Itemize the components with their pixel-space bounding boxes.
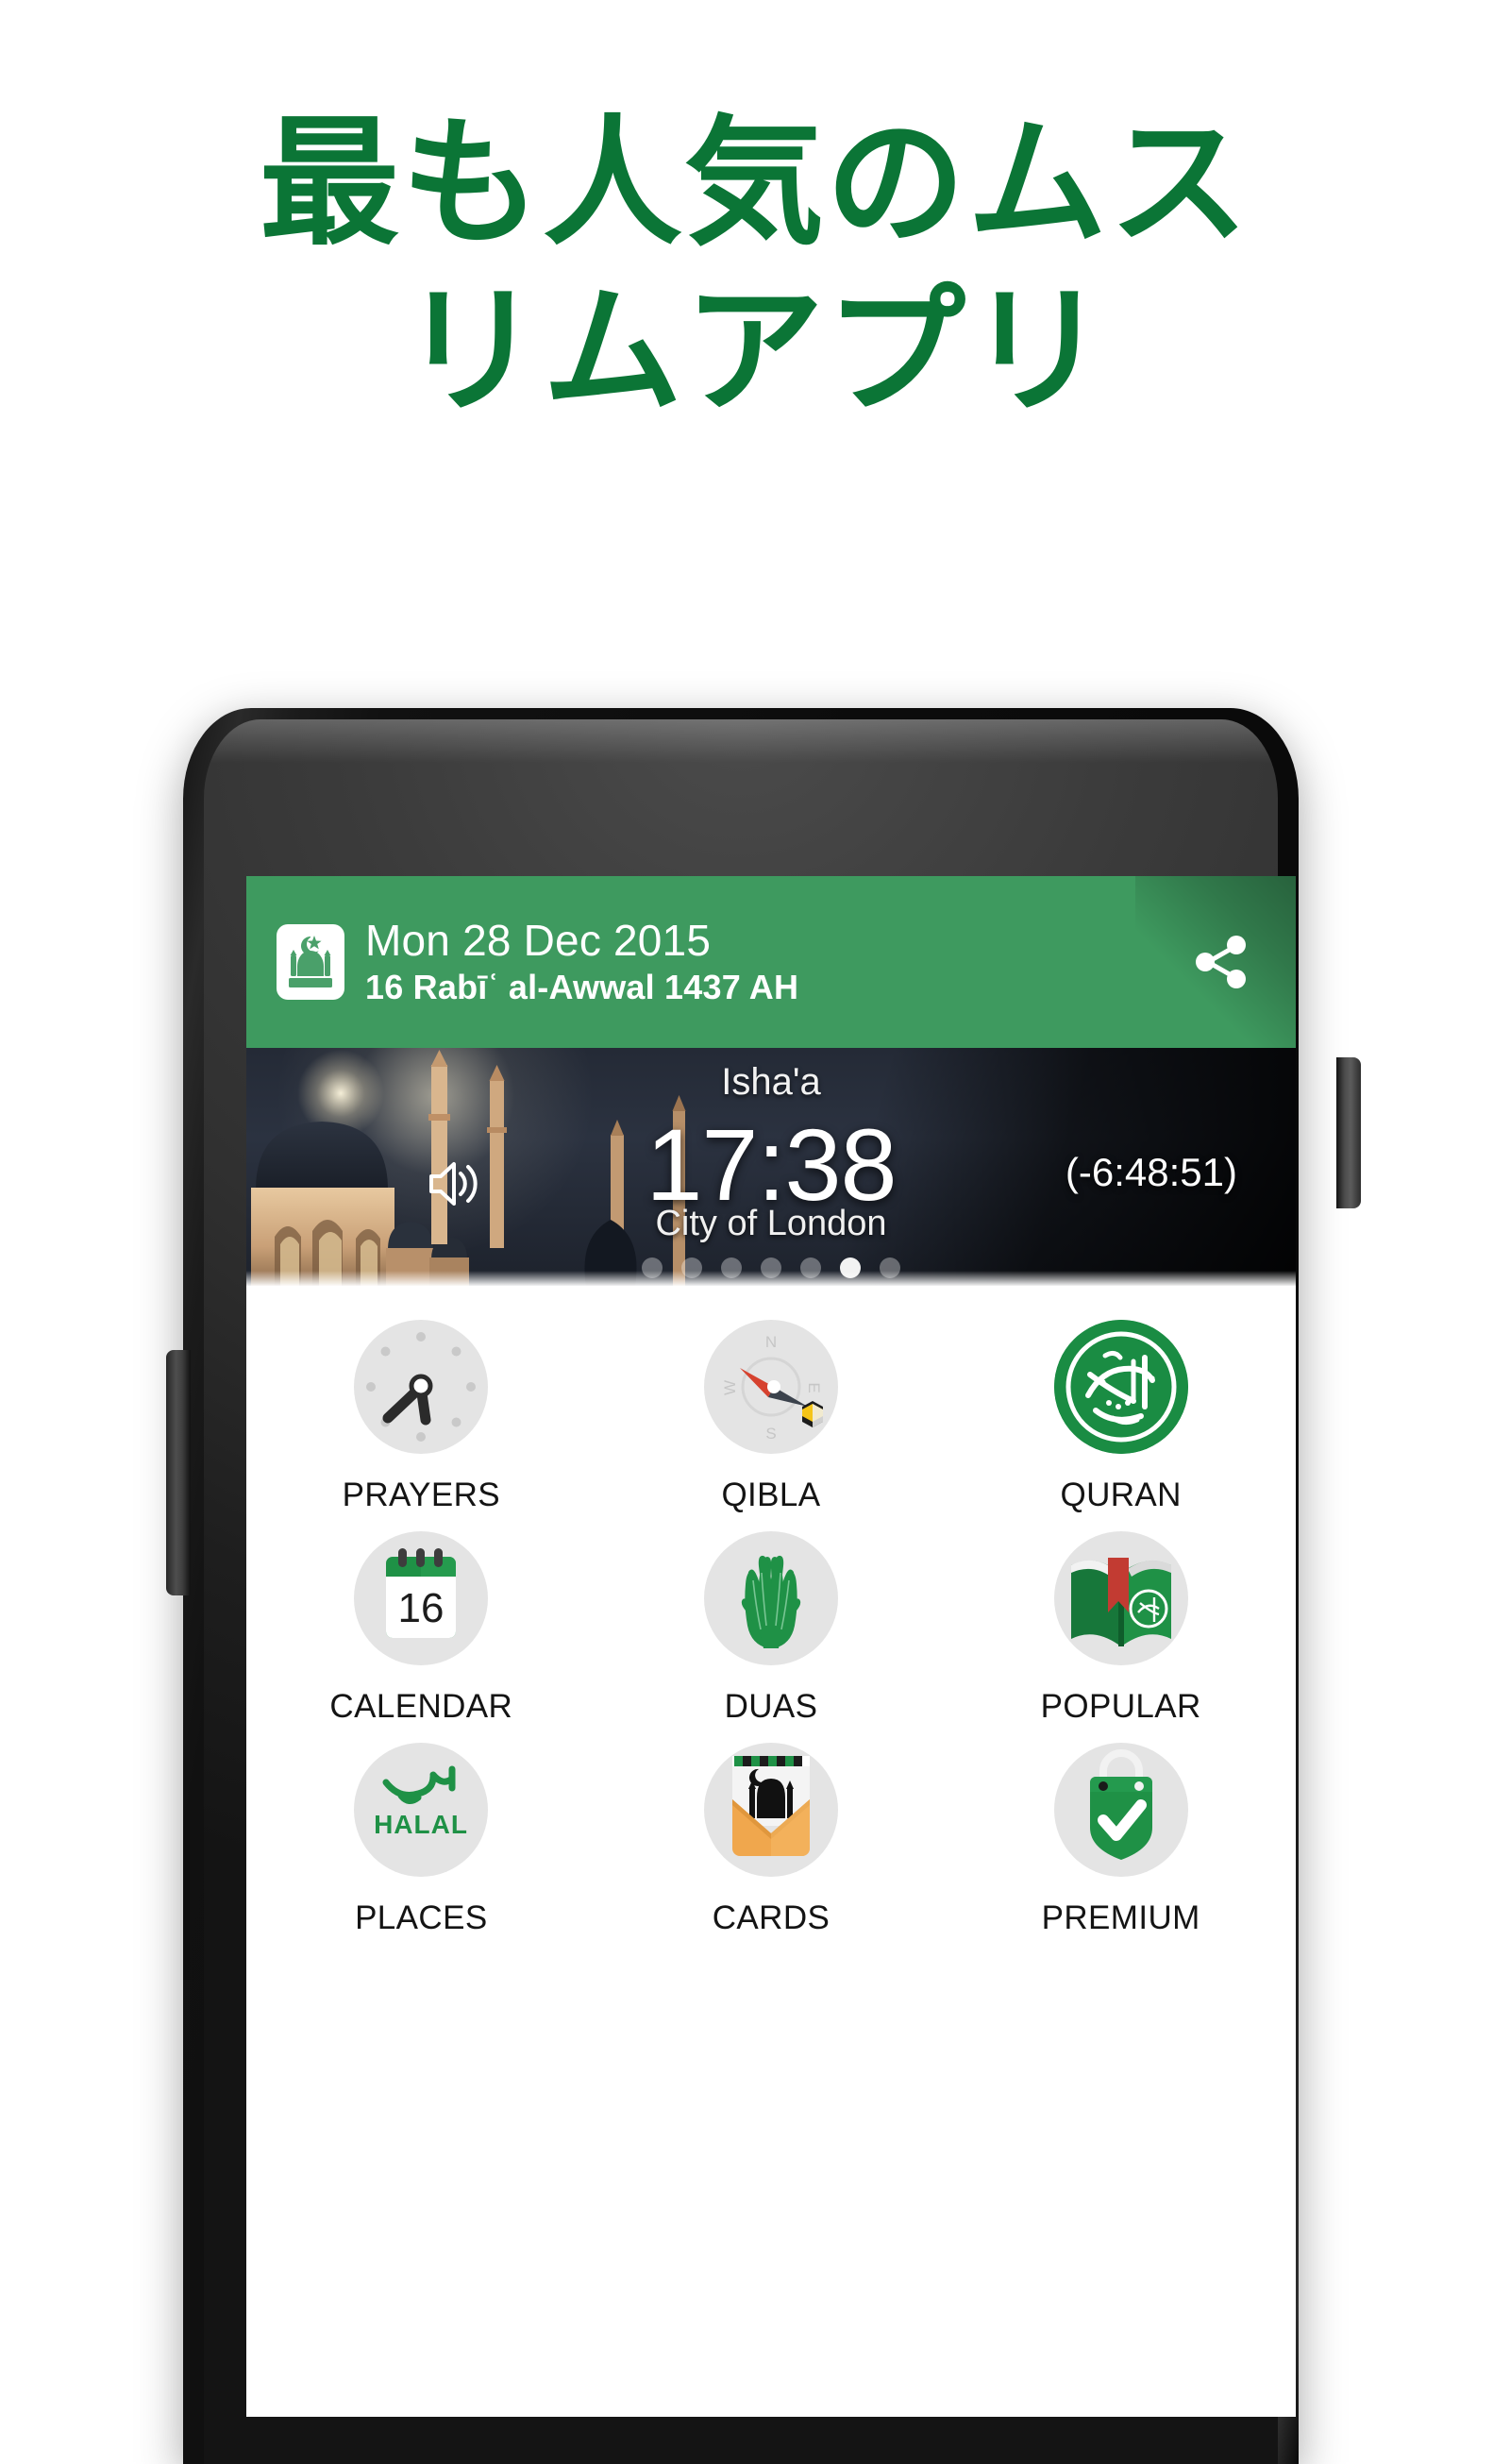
grid-label-qibla: QIBLA [721,1477,821,1513]
clock-icon [354,1320,489,1454]
grid-item-places[interactable]: HALAL PLACES [246,1743,596,1937]
compass-icon: N S W E [703,1320,838,1454]
grid-label-premium: PREMIUM [1041,1899,1200,1936]
pager-dot[interactable] [800,1257,821,1278]
svg-text:W: W [721,1380,739,1395]
grid-label-duas: DUAS [724,1688,818,1725]
pager-dot[interactable] [681,1257,702,1278]
hijri-date: 16 Rabīʿ al-Awwal 1437 AH [365,968,799,1007]
pager-dot[interactable] [761,1257,781,1278]
app-bar: Mon 28 Dec 2015 16 Rabīʿ al-Awwal 1437 A… [246,876,1296,1048]
grid-item-duas[interactable]: DUAS [596,1531,947,1726]
appbar-dates: Mon 28 Dec 2015 16 Rabīʿ al-Awwal 1437 A… [365,915,1296,1008]
grid-item-popular[interactable]: POPULAR [946,1531,1296,1726]
volume-button[interactable] [166,1350,191,1595]
svg-text:HALAL: HALAL [374,1810,468,1839]
grid-item-calendar[interactable]: 16 CALENDAR [246,1531,596,1726]
grid-item-premium[interactable]: PREMIUM [946,1743,1296,1937]
headline-line-1: 最も人気のムス [260,102,1250,264]
halal-icon: HALAL [354,1743,489,1877]
grid-label-cards: CARDS [712,1899,830,1936]
headline-line-2: リムアプリ [401,270,1109,432]
grid-label-calendar: CALENDAR [329,1688,513,1725]
mosque-logo-icon [277,924,344,1000]
gregorian-date: Mon 28 Dec 2015 [365,915,712,965]
power-button[interactable] [1336,1057,1361,1208]
page-headline: 最も人気のムス リムアプリ [0,113,1510,421]
svg-text:N: N [765,1333,777,1351]
price-tag-check-icon [1053,1743,1188,1877]
location-label: City of London [655,1204,887,1243]
grid-label-prayers: PRAYERS [342,1477,501,1513]
pager-dot[interactable] [721,1257,742,1278]
grid-item-qibla[interactable]: N S W E QIBLA [596,1320,947,1514]
calendar-16-icon: 16 [354,1531,489,1665]
prayer-countdown: (-6:48:51) [1065,1150,1237,1194]
prayer-hero[interactable]: Isha'a 17:38 (-6:48:51) City of London [246,1048,1296,1286]
pager-dot[interactable] [880,1257,900,1278]
svg-text:E: E [805,1382,823,1392]
praying-hands-icon [703,1531,838,1665]
greeting-card-mosque-icon [703,1743,838,1877]
quran-calligraphy-icon [1053,1320,1188,1454]
grid-item-prayers[interactable]: PRAYERS [246,1320,596,1514]
feature-grid: PRAYERS N S W E QIBLA QURAN 16 CALENDAR … [246,1286,1296,1937]
open-book-icon [1053,1531,1188,1665]
svg-text:16: 16 [398,1585,445,1631]
pager-dot-active[interactable] [840,1257,861,1278]
hero-pager[interactable] [246,1257,1296,1278]
svg-text:S: S [765,1425,776,1443]
share-icon[interactable] [1188,929,1254,995]
grid-label-popular: POPULAR [1040,1688,1201,1725]
app-screen: Mon 28 Dec 2015 16 Rabīʿ al-Awwal 1437 A… [246,876,1296,2417]
grid-item-cards[interactable]: CARDS [596,1743,947,1937]
grid-item-quran[interactable]: QURAN [946,1320,1296,1514]
grid-label-quran: QURAN [1060,1477,1182,1513]
volume-up-icon[interactable] [428,1159,480,1208]
grid-label-places: PLACES [355,1899,488,1936]
pager-dot[interactable] [642,1257,663,1278]
prayer-name: Isha'a [721,1061,821,1103]
